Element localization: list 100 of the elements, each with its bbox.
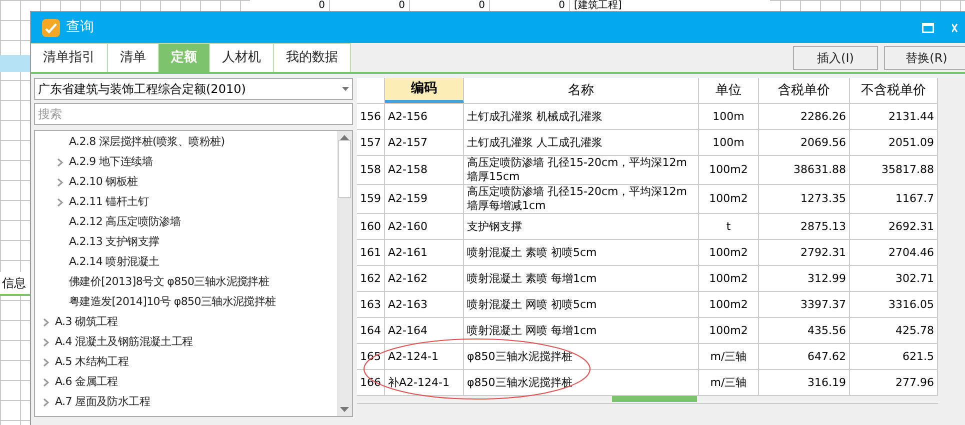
table-cell: 2286.26 [759, 104, 850, 129]
tree-item[interactable]: 佛建价[2013]8号文 φ850三轴水泥搅拌桩 [69, 274, 270, 290]
chevron-right-icon[interactable] [43, 378, 49, 386]
chevron-right-icon[interactable] [43, 338, 49, 346]
row-number: 158 [357, 156, 385, 184]
table-cell: 补A2-124-1 [385, 370, 464, 395]
table-cell: 100m2 [699, 156, 759, 184]
table-cell: 3316.05 [850, 292, 938, 317]
table-cell: 喷射混凝土 网喷 初喷5cm [464, 292, 699, 317]
chevron-right-icon[interactable] [57, 198, 63, 206]
chevron-right-icon[interactable] [43, 318, 49, 326]
table-cell: 1273.35 [759, 185, 850, 213]
tree-item[interactable]: A.2.14 喷射混凝土 [69, 254, 160, 270]
tree-item[interactable]: A.5 木结构工程 [55, 354, 129, 370]
chevron-right-icon[interactable] [43, 398, 49, 406]
tree-item[interactable]: A.3 砌筑工程 [55, 314, 118, 330]
maximize-icon[interactable] [922, 22, 934, 32]
table-cell: 1167.7 [850, 185, 938, 213]
table-cell: A2-163 [385, 292, 464, 317]
tree-item[interactable]: A.2.10 钢板桩 [69, 174, 138, 190]
table-cell: 100m2 [699, 318, 759, 343]
chevron-right-icon[interactable] [57, 178, 63, 186]
tree-item[interactable]: A.2.13 支护钢支撑 [69, 234, 160, 250]
table-cell: 高压定喷防渗墙 孔径15-20cm，平均深12m 墙厚15cm [464, 156, 699, 184]
tab[interactable]: 清单指引 [31, 43, 108, 72]
tree-item[interactable]: 粤建造发[2014]10号 φ850三轴水泥搅拌桩 [69, 294, 276, 310]
tree-item[interactable]: A.4 混凝土及钢筋混凝土工程 [55, 334, 193, 350]
table-cell: 高压定喷防渗墙 孔径15-20cm，平均深12m 墙厚每增减1cm [464, 185, 699, 213]
selected-row-highlight [0, 55, 30, 72]
chevron-right-icon[interactable] [57, 158, 63, 166]
table-cell: 312.99 [759, 266, 850, 291]
table-cell: 100m [699, 130, 759, 155]
vertical-scrollbar[interactable] [337, 131, 352, 416]
table-cell: 100m2 [699, 185, 759, 213]
row-number: 157 [357, 130, 385, 155]
close-icon[interactable] [952, 22, 958, 32]
table-cell: 100m [699, 104, 759, 129]
table-cell: φ850三轴水泥搅拌桩 [464, 370, 699, 395]
tab[interactable]: 清单 [108, 43, 159, 72]
sheet-cell: 0 [490, 0, 570, 11]
row-number: 163 [357, 292, 385, 317]
table-cell: 35817.88 [850, 156, 938, 184]
tree-item[interactable]: A.2.11 锚杆土钉 [69, 194, 149, 210]
table-cell: 土钉成孔灌浆 机械成孔灌浆 [464, 104, 699, 129]
table-cell: 2875.13 [759, 214, 850, 239]
sheet-cell: 0 [250, 0, 330, 11]
table-cell: m/三轴 [699, 344, 759, 369]
table-cell: 435.56 [759, 318, 850, 343]
table-cell: φ850三轴水泥搅拌桩 [464, 344, 699, 369]
tree-item[interactable]: A.6 金属工程 [55, 374, 118, 390]
table-cell: 2792.31 [759, 240, 850, 265]
tab[interactable]: 我的数据 [274, 43, 351, 72]
chevron-right-icon[interactable] [43, 358, 49, 366]
table-cell: 100m2 [699, 240, 759, 265]
scroll-down-icon[interactable] [340, 407, 349, 412]
table-cell: A2-161 [385, 240, 464, 265]
app-logo-icon [42, 18, 60, 36]
table-cell: 621.5 [850, 344, 938, 369]
window-title: 查询 [66, 18, 94, 37]
tree-item[interactable]: A.2.8 深层搅拌桩(喷浆、喷粉桩) [69, 134, 225, 150]
row-number: 159 [357, 185, 385, 213]
sheet-cell: 0 [330, 0, 410, 11]
tree-item[interactable]: A.7 屋面及防水工程 [55, 394, 150, 410]
table-cell: 38631.88 [759, 156, 850, 184]
row-number: 161 [357, 240, 385, 265]
table-cell: 2131.44 [850, 104, 938, 129]
sheet-tab[interactable]: 信息 [0, 272, 30, 296]
tree-item[interactable]: A.2.9 地下连续墙 [69, 154, 153, 170]
sheet-cell: 0 [410, 0, 490, 11]
caret-down-icon [342, 87, 349, 91]
splitter-handle[interactable] [612, 396, 697, 402]
table-cell: 100m2 [699, 292, 759, 317]
table-cell: 喷射混凝土 素喷 初喷5cm [464, 240, 699, 265]
scroll-thumb[interactable] [338, 140, 351, 198]
table-cell: A2-162 [385, 266, 464, 291]
table-cell: 647.62 [759, 344, 850, 369]
table-cell: 2692.31 [850, 214, 938, 239]
action-button[interactable]: 插入(I) [793, 46, 878, 70]
table-cell: 316.19 [759, 370, 850, 395]
table-cell: 2051.09 [850, 130, 938, 155]
table-cell: A2-159 [385, 185, 464, 213]
table-cell: A2-124-1 [385, 344, 464, 369]
tree-item[interactable]: A.2.12 高压定喷防渗墙 [69, 214, 181, 230]
table-cell: 3397.37 [759, 292, 850, 317]
table-cell: 土钉成孔灌浆 人工成孔灌浆 [464, 130, 699, 155]
table-cell: m/三轴 [699, 370, 759, 395]
tab[interactable]: 人材机 [210, 43, 274, 72]
table-cell: A2-160 [385, 214, 464, 239]
action-button[interactable]: 替换(R) [884, 46, 965, 70]
row-number: 162 [357, 266, 385, 291]
table-cell: 2069.56 [759, 130, 850, 155]
table-cell: 277.96 [850, 370, 938, 395]
table-cell: 2704.46 [850, 240, 938, 265]
library-dropdown[interactable]: 广东省建筑与装饰工程综合定额(2010) [34, 78, 353, 100]
table-cell: A2-157 [385, 130, 464, 155]
row-number: 156 [357, 104, 385, 129]
column-header[interactable]: 编码 [385, 78, 464, 103]
table-cell: 喷射混凝土 素喷 每增1cm [464, 266, 699, 291]
search-field[interactable]: 搜索 [34, 103, 353, 125]
sheet-cell: [建筑工程] [570, 0, 770, 11]
